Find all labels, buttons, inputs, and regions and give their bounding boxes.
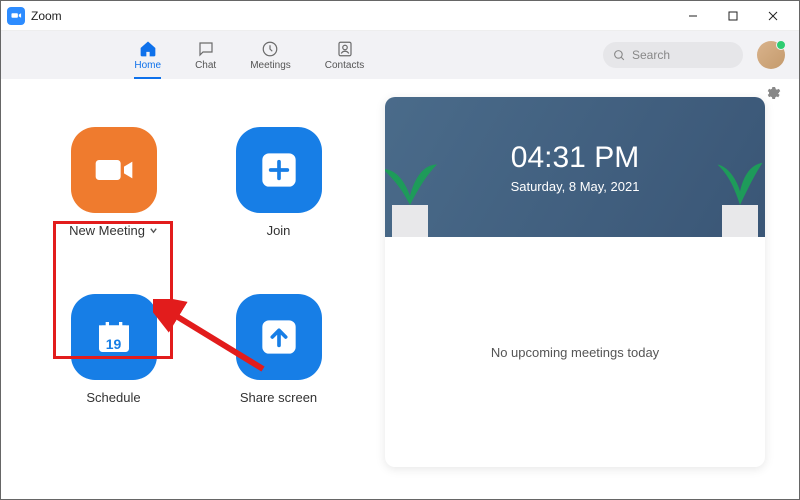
meetings-empty-state: No upcoming meetings today	[385, 237, 765, 467]
tab-contacts-label: Contacts	[325, 60, 364, 71]
window-controls	[673, 2, 793, 30]
new-meeting-tile[interactable]: New Meeting	[51, 127, 176, 238]
minimize-button[interactable]	[673, 2, 713, 30]
tab-home-label: Home	[134, 60, 161, 71]
new-meeting-label-row[interactable]: New Meeting	[69, 223, 158, 238]
search-icon	[613, 49, 626, 62]
video-camera-icon	[94, 150, 134, 190]
plant-decoration-icon	[385, 132, 455, 237]
search-placeholder: Search	[632, 48, 670, 62]
new-meeting-button[interactable]	[71, 127, 157, 213]
schedule-tile[interactable]: 19 Schedule	[51, 294, 176, 405]
settings-button[interactable]	[765, 85, 781, 106]
gear-icon	[765, 85, 781, 101]
clock-time: 04:31 PM	[511, 141, 639, 175]
join-tile[interactable]: Join	[216, 127, 341, 238]
action-tiles-panel: New Meeting Join 19 Schedule	[21, 97, 381, 499]
window-titlebar: Zoom	[1, 1, 799, 31]
maximize-button[interactable]	[713, 2, 753, 30]
tab-chat[interactable]: Chat	[195, 40, 216, 71]
calendar-day-number: 19	[71, 336, 157, 352]
plus-icon	[259, 150, 299, 190]
main-navbar: Home Chat Meetings Contacts Search	[1, 31, 799, 79]
window-title: Zoom	[31, 9, 62, 23]
new-meeting-label: New Meeting	[69, 223, 145, 238]
tab-meetings[interactable]: Meetings	[250, 40, 291, 71]
zoom-app-icon	[7, 7, 25, 25]
meetings-empty-text: No upcoming meetings today	[491, 345, 659, 360]
schedule-label: Schedule	[86, 390, 140, 405]
share-screen-label: Share screen	[240, 390, 317, 405]
join-label: Join	[267, 223, 291, 238]
calendar-panel: 04:31 PM Saturday, 8 May, 2021 No upcomi…	[381, 97, 779, 499]
join-button[interactable]	[236, 127, 322, 213]
tab-chat-label: Chat	[195, 60, 216, 71]
nav-tabs: Home Chat Meetings Contacts	[134, 40, 364, 71]
clock-date: Saturday, 8 May, 2021	[511, 179, 640, 194]
tab-meetings-label: Meetings	[250, 60, 291, 71]
share-screen-button[interactable]	[236, 294, 322, 380]
tab-home[interactable]: Home	[134, 40, 161, 71]
calendar-card: 04:31 PM Saturday, 8 May, 2021 No upcomi…	[385, 97, 765, 467]
tab-contacts[interactable]: Contacts	[325, 40, 364, 71]
chevron-down-icon	[149, 223, 158, 238]
content-area: New Meeting Join 19 Schedule	[1, 79, 799, 499]
search-input[interactable]: Search	[603, 42, 743, 68]
share-screen-tile[interactable]: Share screen	[216, 294, 341, 405]
schedule-button[interactable]: 19	[71, 294, 157, 380]
clock-banner: 04:31 PM Saturday, 8 May, 2021	[385, 97, 765, 237]
plant-decoration-icon	[695, 132, 765, 237]
profile-avatar[interactable]	[757, 41, 785, 69]
close-button[interactable]	[753, 2, 793, 30]
share-arrow-up-icon	[259, 317, 299, 357]
